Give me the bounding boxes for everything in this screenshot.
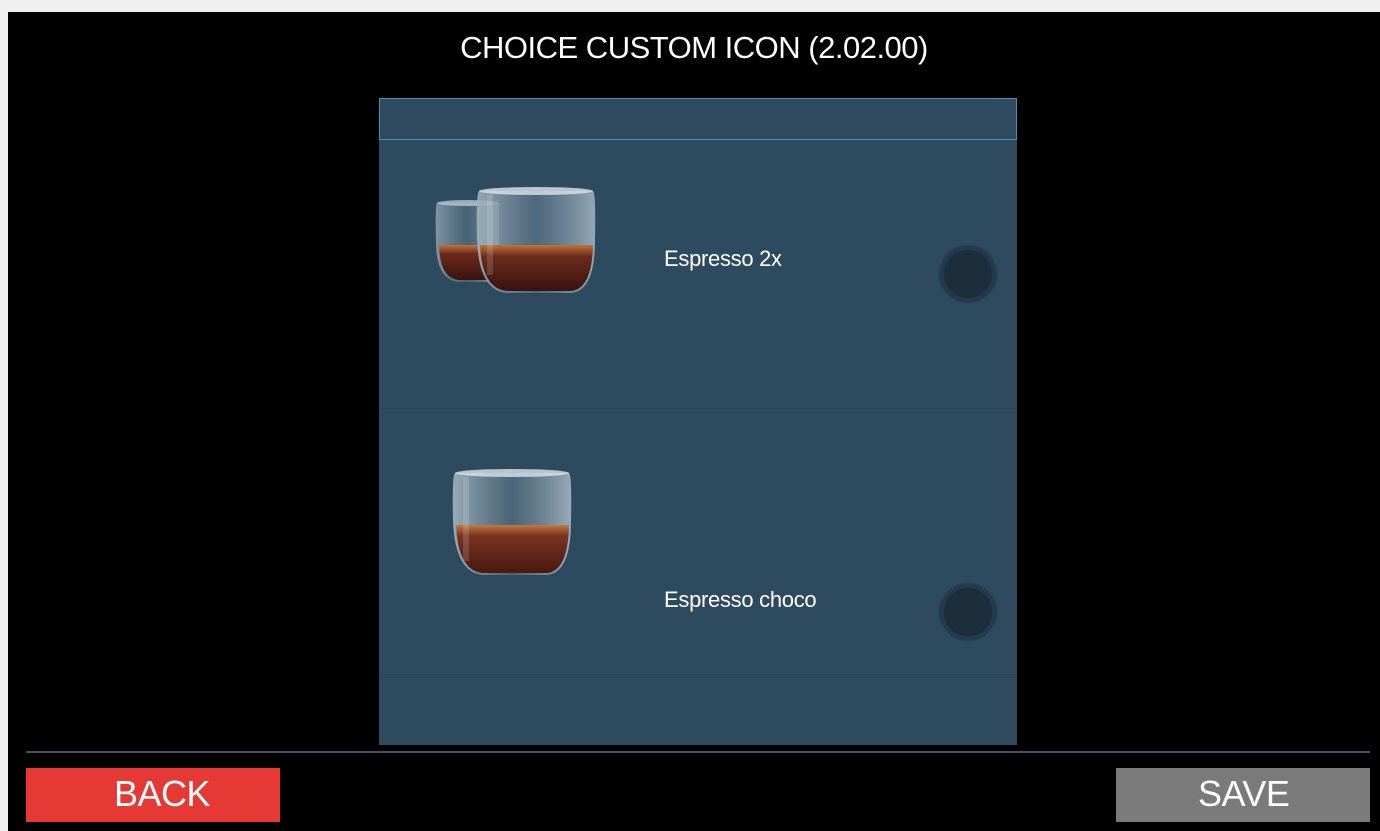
icon-list[interactable]: Espresso 2x Espresso choco bbox=[379, 98, 1017, 745]
footer-divider bbox=[26, 751, 1370, 753]
list-item-label: Espresso 2x bbox=[664, 246, 782, 271]
list-item[interactable] bbox=[379, 678, 1017, 745]
espresso-glass-icon bbox=[452, 469, 572, 575]
page-title: CHOICE CUSTOM ICON (2.02.00) bbox=[460, 30, 928, 65]
list-item[interactable]: Espresso 2x bbox=[379, 140, 1017, 409]
back-button[interactable]: BACK bbox=[26, 768, 280, 822]
list-filter-row[interactable] bbox=[379, 98, 1017, 140]
screen: CHOICE CUSTOM ICON (2.02.00) Espresso 2x… bbox=[8, 12, 1380, 831]
select-radio[interactable] bbox=[940, 246, 996, 302]
save-button[interactable]: SAVE bbox=[1116, 768, 1370, 822]
list-item[interactable]: Espresso choco bbox=[379, 409, 1017, 678]
list-item-label: Espresso choco bbox=[664, 587, 817, 612]
select-radio[interactable] bbox=[940, 584, 996, 640]
double-espresso-glass-icon bbox=[435, 187, 596, 293]
